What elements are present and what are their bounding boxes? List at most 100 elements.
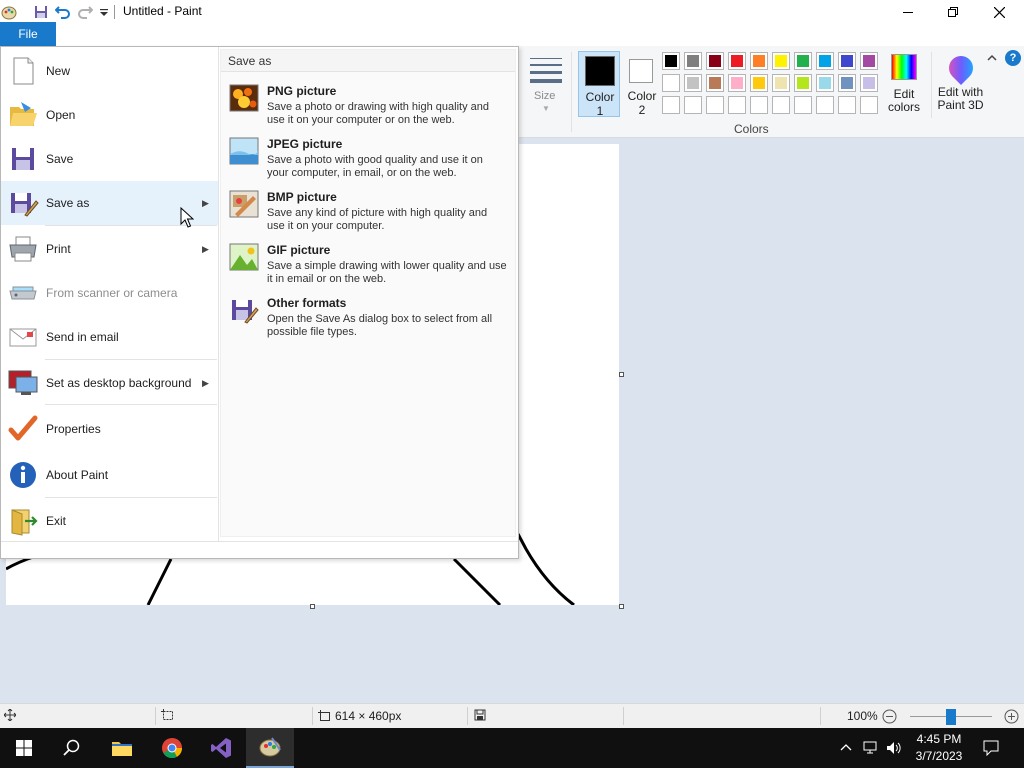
size-button[interactable]: Size ▼: [524, 54, 566, 118]
menu-item-new[interactable]: New: [1, 49, 218, 93]
palette-color-swatch[interactable]: [794, 52, 812, 70]
network-icon[interactable]: [863, 728, 879, 768]
mouse-cursor-icon: [180, 207, 194, 228]
taskbar-clock[interactable]: 4:45 PM 3/7/2023: [912, 731, 966, 765]
palette-color-swatch[interactable]: [772, 52, 790, 70]
search-icon: [63, 739, 80, 756]
customize-toolbar-icon[interactable]: [95, 3, 113, 21]
chrome-icon: [162, 738, 183, 759]
save-as-option-name: PNG picture: [267, 84, 337, 98]
custom-color-slot[interactable]: [772, 96, 790, 114]
custom-color-slot[interactable]: [816, 96, 834, 114]
search-button[interactable]: [48, 728, 96, 768]
menu-item-send-in-email[interactable]: Send in email: [1, 315, 218, 359]
visual-studio-button[interactable]: [197, 728, 245, 768]
file-explorer-button[interactable]: [98, 728, 146, 768]
file-tab[interactable]: File: [0, 22, 56, 46]
paint-3d-label: Edit with Paint 3D: [937, 85, 984, 112]
color-1-button[interactable]: Color 1: [578, 51, 620, 118]
restore-button[interactable]: [930, 0, 976, 24]
menu-item-save[interactable]: Save: [1, 137, 218, 181]
zoom-out-button[interactable]: [882, 709, 897, 724]
menu-item-properties[interactable]: Properties: [1, 407, 218, 451]
window-title: Untitled - Paint: [123, 4, 202, 18]
minimize-button[interactable]: [885, 0, 931, 24]
paint-taskbar-button[interactable]: [246, 728, 294, 768]
open-folder-icon: [7, 99, 39, 131]
help-button[interactable]: ?: [1005, 50, 1021, 66]
custom-color-slot[interactable]: [662, 96, 680, 114]
palette-color-swatch[interactable]: [728, 52, 746, 70]
menu-item-open[interactable]: Open: [1, 93, 218, 137]
palette-color-swatch[interactable]: [794, 74, 812, 92]
color-spectrum-icon: [891, 54, 917, 80]
notifications-icon[interactable]: [983, 728, 999, 768]
palette-color-swatch[interactable]: [706, 52, 724, 70]
new-file-icon: [7, 55, 39, 87]
folder-icon: [112, 742, 132, 756]
start-button[interactable]: [0, 728, 48, 768]
status-divider: [623, 707, 624, 725]
palette-color-swatch[interactable]: [684, 74, 702, 92]
edit-with-paint-3d-button[interactable]: Edit with Paint 3D: [931, 51, 989, 118]
custom-color-slot[interactable]: [750, 96, 768, 114]
custom-color-slot[interactable]: [838, 96, 856, 114]
custom-color-slot[interactable]: [684, 96, 702, 114]
palette-color-swatch[interactable]: [838, 74, 856, 92]
ribbon-divider: [571, 52, 572, 132]
menu-item-about-paint[interactable]: About Paint: [1, 453, 218, 497]
paint-app-icon[interactable]: [0, 3, 18, 21]
size-dropdown-icon: ▼: [542, 104, 550, 113]
canvas-size-icon: [318, 710, 330, 721]
palette-color-swatch[interactable]: [860, 74, 878, 92]
menu-item-from-scanner-or-camera: From scanner or camera: [1, 271, 218, 315]
save-as-option-description: Save a photo or drawing with high qualit…: [267, 101, 489, 126]
custom-color-slot[interactable]: [860, 96, 878, 114]
custom-color-slot[interactable]: [706, 96, 724, 114]
color-2-button[interactable]: Color 2: [621, 51, 663, 117]
palette-color-swatch[interactable]: [816, 52, 834, 70]
save-as-option-bmp-picture[interactable]: BMP picture Save any kind of picture with…: [225, 186, 513, 238]
chrome-button[interactable]: [148, 728, 196, 768]
undo-icon[interactable]: [54, 3, 72, 21]
palette-color-swatch[interactable]: [750, 74, 768, 92]
edit-colors-button[interactable]: Edit colors: [884, 52, 924, 118]
menu-item-set-as-desktop-background[interactable]: Set as desktop background ▶: [1, 361, 218, 405]
resize-handle-right[interactable]: [619, 372, 624, 377]
quick-save-icon[interactable]: [32, 3, 50, 21]
menu-item-exit[interactable]: Exit: [1, 499, 218, 543]
resize-handle-bottom[interactable]: [310, 604, 315, 609]
save-as-option-description: Save a simple drawing with lower quality…: [267, 260, 507, 285]
save-as-option-jpeg-picture[interactable]: JPEG picture Save a photo with good quali…: [225, 133, 513, 185]
palette-color-swatch[interactable]: [728, 74, 746, 92]
save-as-option-other-formats[interactable]: Other formats Open the Save As dialog box…: [225, 292, 513, 344]
show-hidden-icons[interactable]: [840, 728, 852, 768]
file-size-icon: [474, 709, 486, 721]
palette-color-swatch[interactable]: [684, 52, 702, 70]
palette-color-swatch[interactable]: [706, 74, 724, 92]
resize-handle-corner[interactable]: [619, 604, 624, 609]
save-as-option-gif-picture[interactable]: GIF picture Save a simple drawing with lo…: [225, 239, 513, 291]
palette-color-swatch[interactable]: [772, 74, 790, 92]
custom-color-slot[interactable]: [794, 96, 812, 114]
menu-item-print[interactable]: Print ▶: [1, 227, 218, 271]
zoom-slider-thumb[interactable]: [946, 709, 956, 725]
title-separator: [114, 5, 115, 19]
zoom-in-button[interactable]: [1004, 709, 1019, 724]
save-as-option-name: Other formats: [267, 296, 347, 310]
volume-icon[interactable]: [886, 728, 902, 768]
menu-separator: [45, 359, 217, 360]
palette-color-swatch[interactable]: [838, 52, 856, 70]
palette-color-swatch[interactable]: [750, 52, 768, 70]
close-button[interactable]: [976, 0, 1022, 24]
palette-color-swatch[interactable]: [662, 52, 680, 70]
save-as-option-png-picture[interactable]: PNG picture Save a photo or drawing with …: [225, 80, 513, 132]
custom-color-slot[interactable]: [728, 96, 746, 114]
palette-color-swatch[interactable]: [662, 74, 680, 92]
palette-color-swatch[interactable]: [816, 74, 834, 92]
clock-date: 3/7/2023: [915, 749, 963, 763]
redo-icon[interactable]: [76, 3, 94, 21]
palette-color-swatch[interactable]: [860, 52, 878, 70]
edit-colors-label: Edit colors: [887, 87, 920, 114]
menu-item-label: Send in email: [46, 330, 119, 344]
